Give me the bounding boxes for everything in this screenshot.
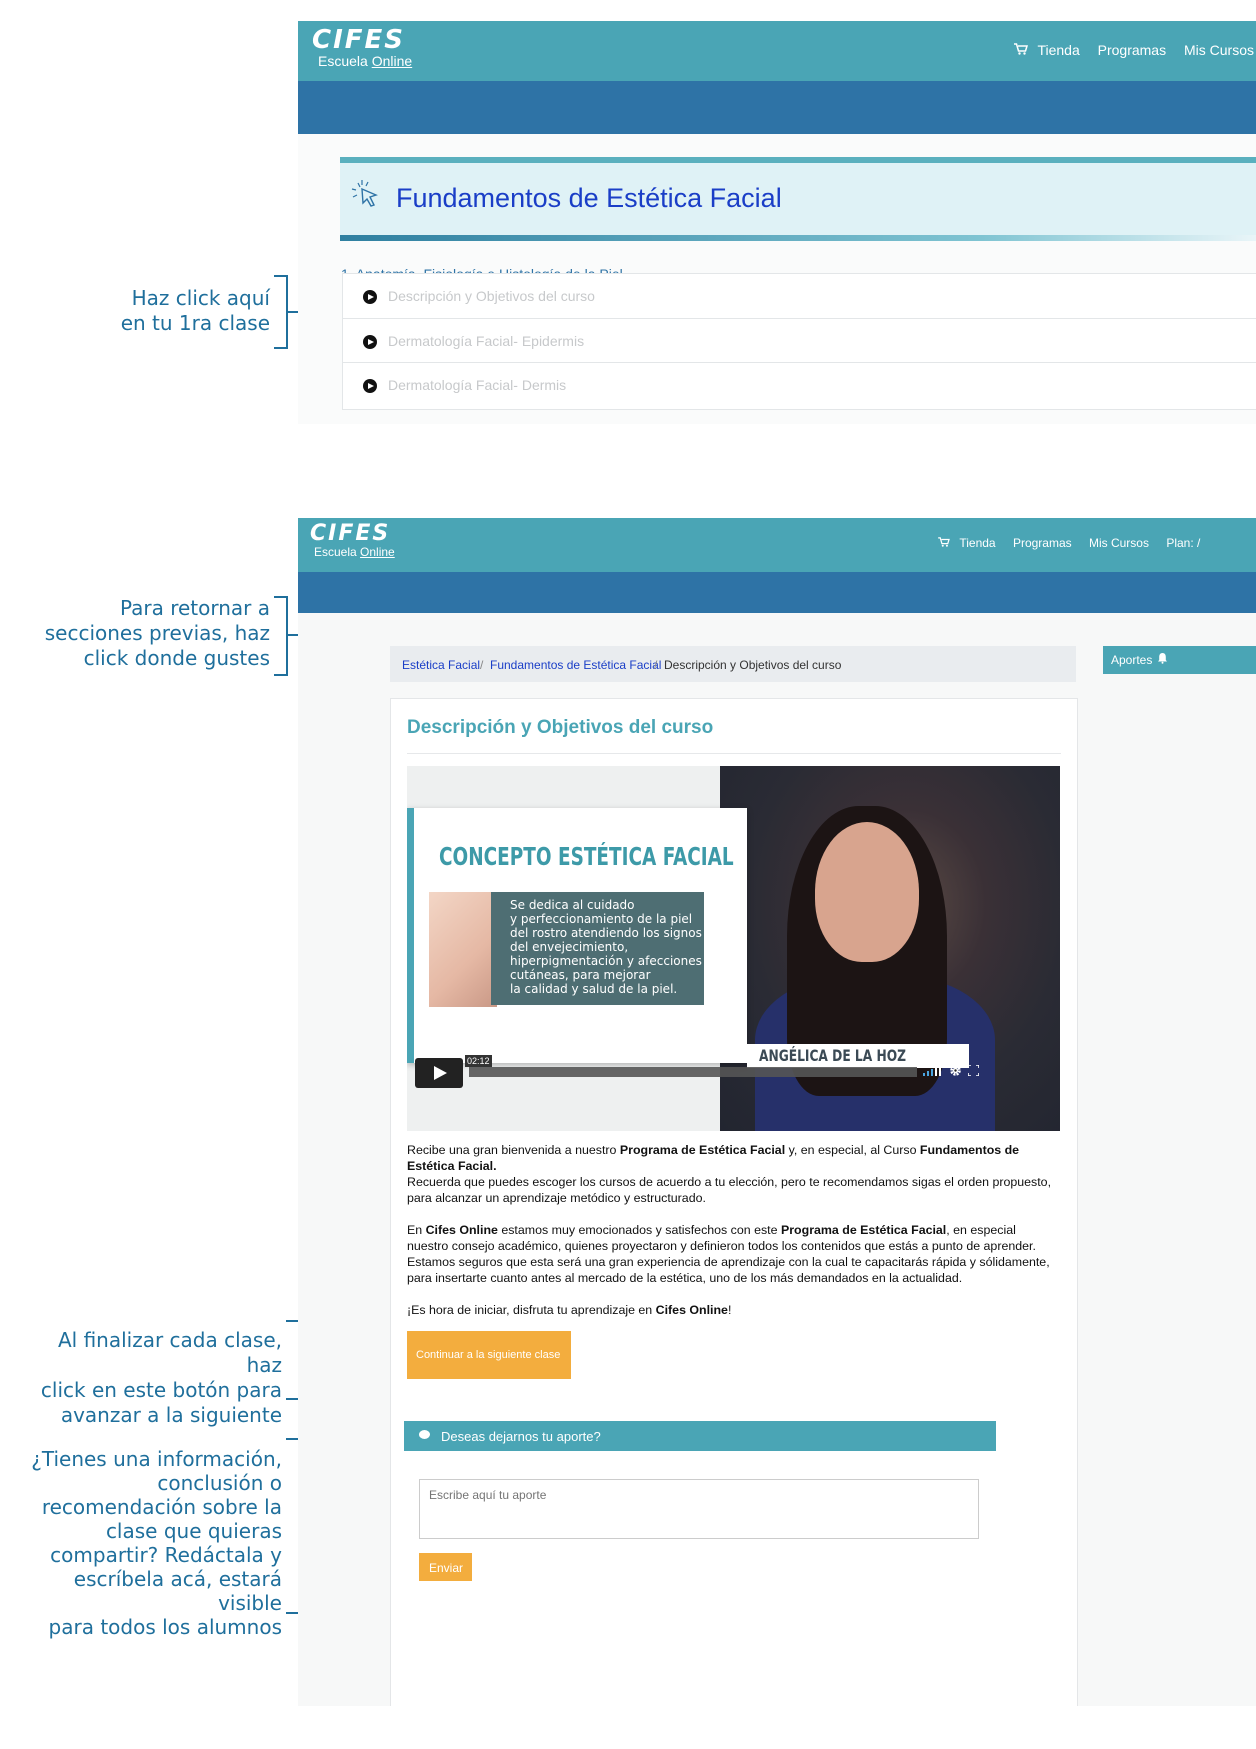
- settings-gear-icon[interactable]: [949, 1064, 962, 1080]
- nav-tienda[interactable]: Tienda: [959, 536, 995, 550]
- volume-icon[interactable]: [923, 1066, 943, 1079]
- nav-mis-cursos[interactable]: Mis Cursos: [1089, 536, 1149, 550]
- lesson-title: Descripción y Objetivos del curso: [407, 717, 714, 738]
- nav-mis-cursos[interactable]: Mis Cursos: [1184, 42, 1254, 58]
- logo-subtitle: Escuela Online: [318, 53, 413, 69]
- cifes-logo[interactable]: CIFES: [312, 25, 405, 55]
- video-play-button[interactable]: [415, 1058, 463, 1088]
- play-circle-icon: [363, 379, 377, 393]
- sub-navbar: [298, 81, 1256, 134]
- cifes-logo[interactable]: CIFES: [310, 521, 390, 546]
- video-time: 02:12: [465, 1055, 492, 1067]
- slide-stripe: [407, 808, 414, 1063]
- breadcrumb-item[interactable]: Estética Facial: [402, 658, 480, 672]
- paragraph: ¡Es hora de iniciar, disfruta tu aprendi…: [407, 1303, 732, 1317]
- breadcrumb: Estética Facial / Fundamentos de Estétic…: [390, 646, 1076, 682]
- breadcrumb-item[interactable]: Fundamentos de Estética Facial: [490, 658, 661, 672]
- annotation-first-class: Haz click aquí en tu 1ra clase: [120, 286, 270, 335]
- course-title: Fundamentos de Estética Facial: [396, 183, 782, 213]
- screenshot-lesson-page: CIFES Escuela Online Tienda Programas Mi…: [298, 518, 1256, 1706]
- lesson-item[interactable]: Dermatología Facial- Dermis: [342, 362, 1256, 410]
- annotation-aporte: ¿Tienes una información, conclusión o re…: [31, 1447, 282, 1639]
- video-player[interactable]: CONCEPTO ESTÉTICA FACIAL Se dedica al cu…: [407, 766, 1060, 1131]
- nav-plan[interactable]: Plan: /: [1166, 536, 1200, 550]
- nav-programas[interactable]: Programas: [1013, 536, 1072, 550]
- lesson-item[interactable]: Dermatología Facial- Epidermis: [342, 318, 1256, 366]
- cursor-click-icon: [351, 180, 378, 207]
- main-nav: Tienda Programas Mis Cursos: [1000, 42, 1254, 58]
- course-title-band: Fundamentos de Estética Facial: [340, 157, 1256, 241]
- aporte-textarea[interactable]: [419, 1479, 979, 1539]
- bell-icon: [1157, 652, 1168, 667]
- annotation-bracket: [274, 275, 288, 349]
- nav-programas[interactable]: Programas: [1098, 42, 1166, 58]
- breadcrumb-current: Descripción y Objetivos del curso: [664, 658, 842, 672]
- lesson-card: Descripción y Objetivos del curso CONCEP…: [390, 698, 1078, 1706]
- top-navbar: CIFES Escuela Online Tienda Programas Mi…: [298, 21, 1256, 81]
- title-underline: [340, 235, 1256, 241]
- main-nav: Tienda Programas Mis Cursos Plan: /: [938, 536, 1200, 550]
- nav-tienda[interactable]: Tienda: [1037, 42, 1079, 58]
- continue-next-class-button[interactable]: Continuar a la siguiente clase: [407, 1331, 571, 1379]
- facial-photo: [429, 892, 497, 1007]
- lesson-item[interactable]: Descripción y Objetivos del curso: [342, 273, 1256, 321]
- annotation-bracket: [274, 596, 288, 676]
- aporte-form-header: Deseas dejarnos tu aporte?: [404, 1421, 996, 1451]
- paragraph: Recibe una gran bienvenida a nuestro Pro…: [407, 1143, 1052, 1205]
- fullscreen-icon[interactable]: [967, 1064, 980, 1079]
- annotation-continue: Al finalizar cada clase, haz click en es…: [40, 1328, 282, 1427]
- slide-text-box: Se dedica al cuidado y perfeccionamiento…: [491, 892, 704, 1005]
- send-aporte-button[interactable]: Enviar: [419, 1553, 472, 1581]
- annotation-breadcrumb: Para retornar a secciones previas, haz c…: [44, 596, 270, 670]
- cart-icon[interactable]: [1013, 42, 1032, 58]
- divider: [407, 753, 1061, 754]
- aportes-panel-header[interactable]: Aportes: [1103, 646, 1256, 674]
- presenter-name-plate: ANGÉLICA DE LA HOZ: [747, 1044, 969, 1068]
- play-circle-icon: [363, 290, 377, 304]
- lesson-description: Recibe una gran bienvenida a nuestro Pro…: [407, 1142, 1059, 1334]
- comment-icon: [419, 1430, 430, 1439]
- slide-title: CONCEPTO ESTÉTICA FACIAL: [439, 842, 734, 871]
- screenshot-course-page: CIFES Escuela Online Tienda Programas Mi…: [298, 21, 1256, 424]
- breadcrumb-separator: /: [480, 658, 484, 672]
- sub-navbar: [298, 572, 1256, 613]
- play-circle-icon: [363, 335, 377, 349]
- slide-card: CONCEPTO ESTÉTICA FACIAL Se dedica al cu…: [407, 808, 747, 1063]
- cart-icon[interactable]: [938, 536, 953, 550]
- top-navbar: CIFES Escuela Online Tienda Programas Mi…: [298, 518, 1256, 572]
- breadcrumb-separator: /: [654, 658, 658, 672]
- logo-subtitle: Escuela Online: [314, 545, 395, 559]
- presenter-image: [815, 822, 919, 962]
- video-progress-bar[interactable]: [469, 1067, 917, 1077]
- paragraph: En Cifes Online estamos muy emocionados …: [407, 1223, 1050, 1285]
